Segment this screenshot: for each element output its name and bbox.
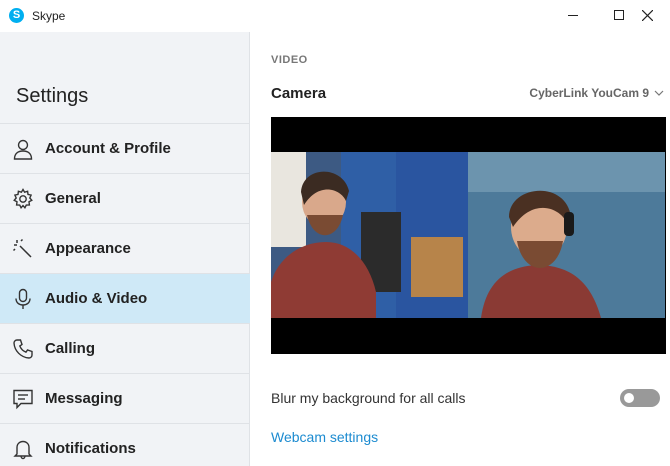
sidebar-item-appearance[interactable]: Appearance (0, 223, 250, 273)
section-label-video: VIDEO (271, 54, 308, 66)
sidebar-item-account-profile[interactable]: Account & Profile (0, 123, 250, 173)
camera-dropdown[interactable]: CyberLink YouCam 9 (529, 86, 664, 100)
bell-icon (11, 437, 35, 461)
minimize-button[interactable] (550, 0, 596, 30)
settings-heading: Settings (16, 85, 89, 107)
skype-logo-icon: S (9, 8, 24, 23)
magic-wand-icon (11, 237, 35, 261)
maximize-icon (614, 10, 624, 20)
camera-selected-value: CyberLink YouCam 9 (529, 86, 649, 100)
close-button[interactable] (624, 0, 670, 30)
blur-background-label: Blur my background for all calls (271, 390, 466, 406)
toggle-knob (624, 393, 634, 403)
camera-preview-image (271, 117, 666, 354)
camera-label: Camera (271, 85, 327, 102)
sidebar-item-label: Calling (45, 340, 96, 357)
microphone-icon (11, 287, 35, 311)
camera-frame-left (271, 152, 468, 318)
close-icon (641, 9, 653, 21)
chevron-down-icon (654, 90, 664, 96)
webcam-settings-link[interactable]: Webcam settings (271, 429, 378, 445)
settings-sidebar: Settings Account & Profile General Appea… (0, 32, 250, 466)
title-bar: S Skype (0, 0, 670, 32)
sidebar-item-label: Audio & Video (45, 290, 148, 307)
sidebar-item-notifications[interactable]: Notifications (0, 423, 250, 466)
settings-content: VIDEO Camera CyberLink YouCam 9 Blur my … (251, 32, 670, 466)
camera-frame-right (468, 152, 665, 318)
person-icon (11, 137, 35, 161)
chat-icon (11, 387, 35, 411)
camera-preview (271, 117, 666, 354)
sidebar-item-label: Notifications (45, 440, 136, 457)
phone-icon (11, 337, 35, 361)
blur-background-toggle[interactable] (620, 389, 660, 407)
sidebar-item-label: General (45, 190, 101, 207)
gear-icon (11, 187, 35, 211)
sidebar-item-label: Messaging (45, 390, 123, 407)
sidebar-item-messaging[interactable]: Messaging (0, 373, 250, 423)
window-title: Skype (32, 9, 66, 23)
sidebar-item-audio-video[interactable]: Audio & Video (0, 273, 250, 323)
sidebar-item-general[interactable]: General (0, 173, 250, 223)
sidebar-item-label: Appearance (45, 240, 131, 257)
sidebar-item-label: Account & Profile (45, 140, 171, 157)
sidebar-item-calling[interactable]: Calling (0, 323, 250, 373)
minimize-icon (568, 14, 578, 16)
